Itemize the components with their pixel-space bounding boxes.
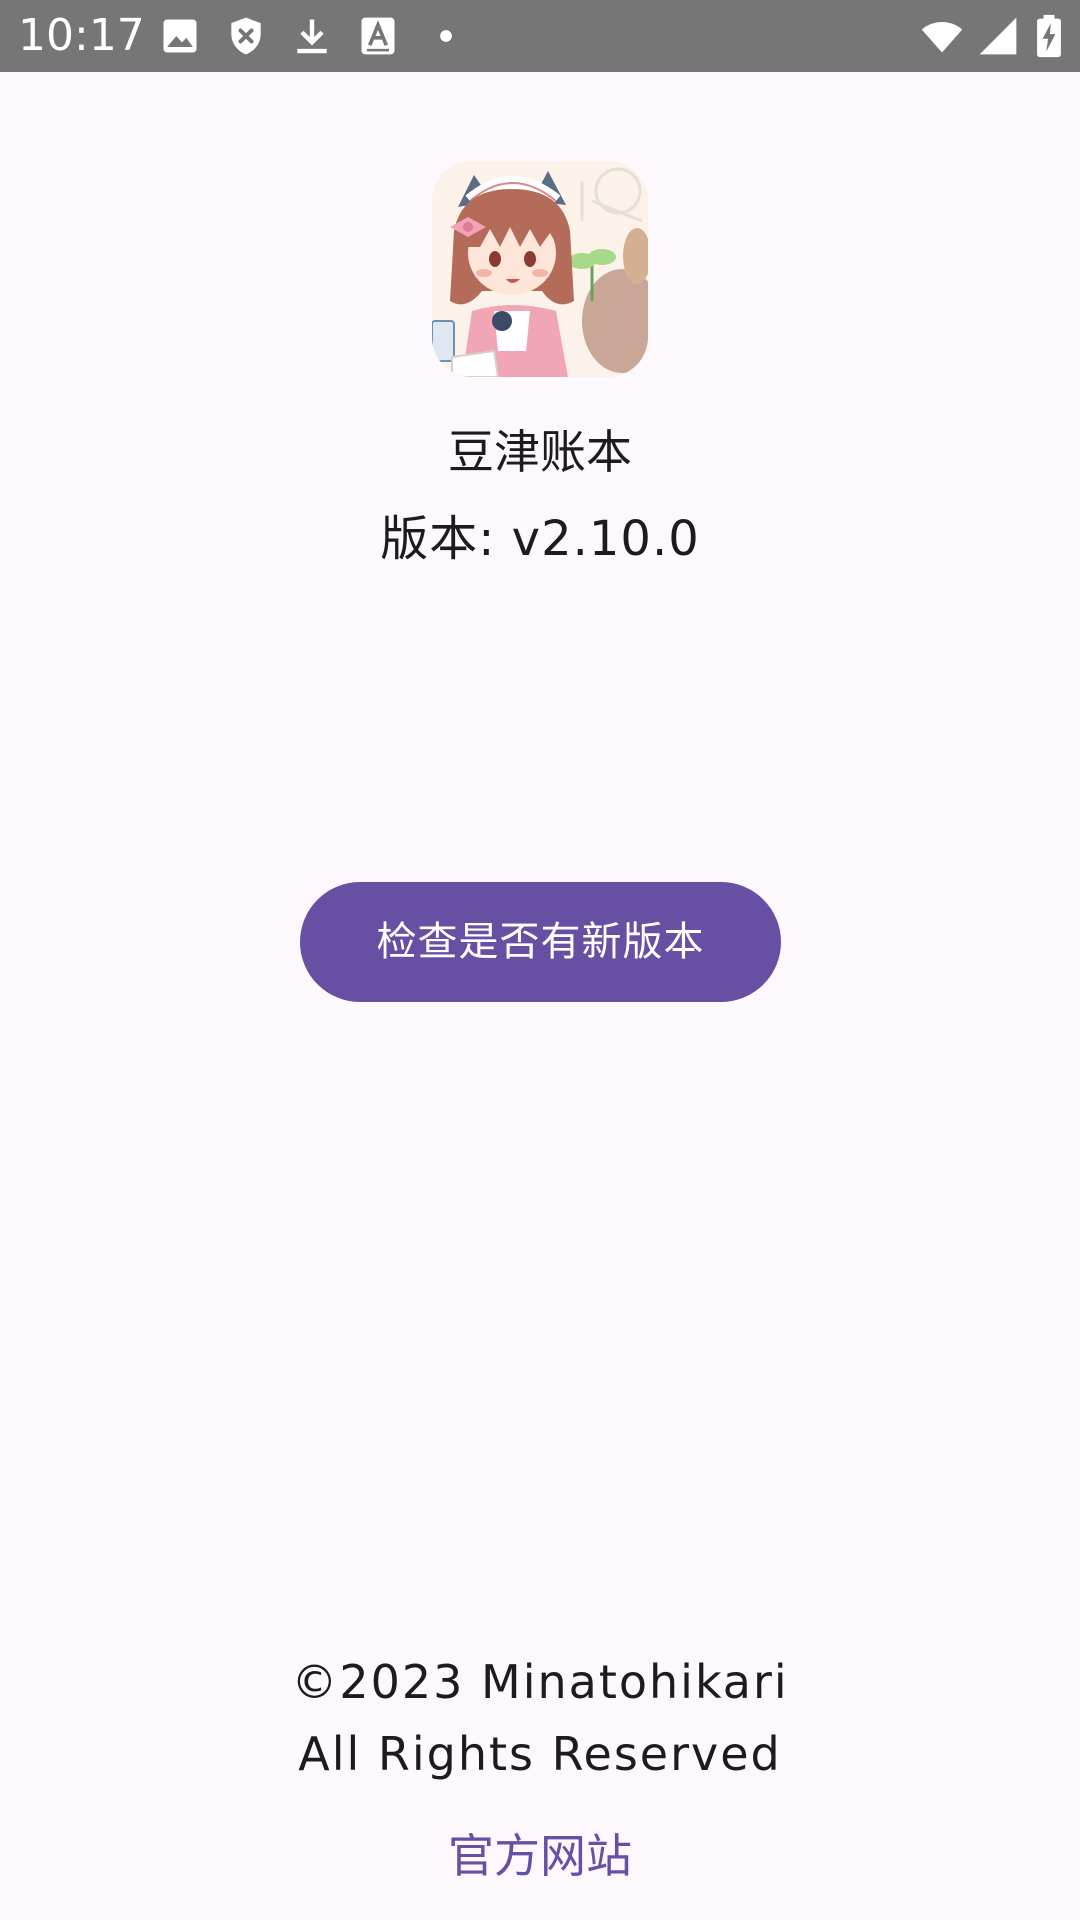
app-name: 豆津账本 (448, 425, 632, 479)
copyright: ©2023 Minatohikari All Rights Reserved (0, 1646, 1080, 1790)
cell-signal-icon (979, 17, 1017, 55)
app-version: 版本: v2.10.0 (380, 511, 700, 567)
status-bar: 10:17 (0, 0, 1080, 72)
check-update-button[interactable]: 检查是否有新版本 (300, 882, 781, 1002)
status-time: 10:17 (18, 10, 145, 61)
font-icon (361, 17, 395, 55)
shield-x-icon (231, 17, 261, 55)
copyright-line-1: ©2023 Minatohikari (291, 1655, 789, 1709)
download-icon (297, 19, 327, 54)
official-site-link[interactable]: 官方网站 (448, 1829, 632, 1883)
wifi-icon (921, 22, 963, 53)
copyright-line-2: All Rights Reserved (298, 1727, 782, 1781)
app-icon (432, 161, 648, 377)
image-icon (163, 19, 197, 53)
app-logo-illustration (432, 161, 648, 377)
official-site-link-row: 官方网站 (0, 1826, 1080, 1886)
battery-charging-icon (1037, 14, 1061, 58)
dot-icon (440, 30, 452, 42)
